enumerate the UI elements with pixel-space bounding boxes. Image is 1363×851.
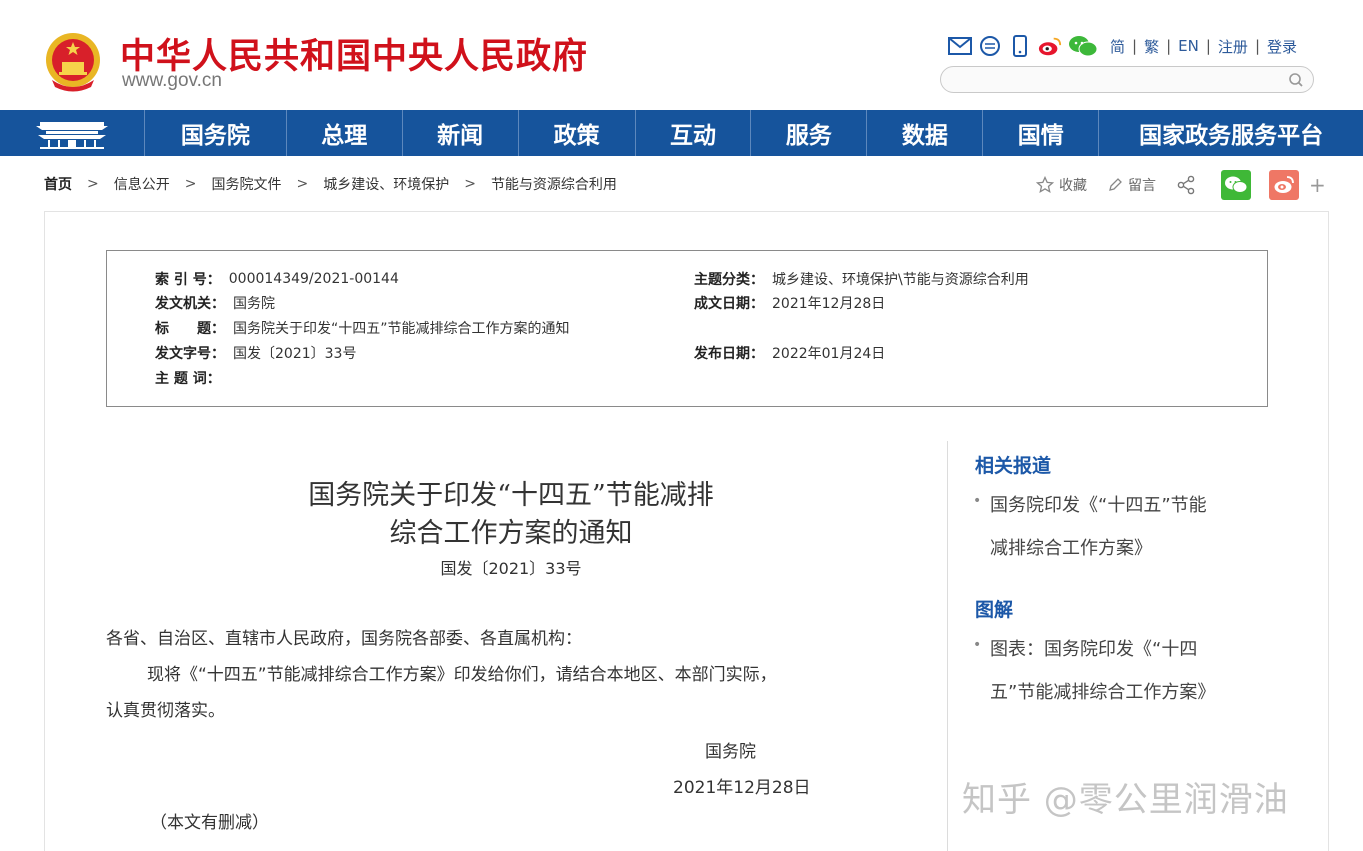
chat-bubble-icon[interactable] — [978, 35, 1002, 57]
nav-item-policy[interactable]: 政策 — [519, 110, 636, 156]
search-input[interactable] — [940, 66, 1314, 93]
breadcrumb: 首页 > 信息公开 > 国务院文件 > 城乡建设、环境保护 > 节能与资源综合利… — [44, 172, 617, 196]
star-icon — [1036, 176, 1054, 194]
share-toolbar: 收藏 留言 + — [1036, 169, 1326, 201]
nav-item-state-council[interactable]: 国务院 — [145, 110, 287, 156]
article-body-line: 认真贯彻落实。 — [106, 701, 225, 721]
divider: | — [1254, 37, 1260, 55]
nav-item-services[interactable]: 服务 — [751, 110, 868, 156]
national-emblem-icon[interactable] — [44, 30, 102, 92]
pencil-icon — [1109, 178, 1122, 191]
divider: | — [1205, 37, 1211, 55]
meta-category: 主题分类： 城乡建设、环境保护\节能与资源综合利用 — [694, 272, 1029, 288]
graphic-title: 图解 — [975, 599, 1014, 621]
sidebar-divider — [947, 441, 948, 851]
article-salutation: 各省、自治区、直辖市人民政府，国务院各部委、各直属机构： — [106, 629, 582, 649]
mobile-icon[interactable] — [1008, 35, 1032, 57]
breadcrumb-item[interactable]: 城乡建设、环境保护 — [323, 174, 449, 194]
article-signer: 国务院 — [705, 742, 756, 762]
divider: | — [1166, 37, 1172, 55]
wechat-icon[interactable] — [1068, 35, 1098, 57]
nav-home-icon[interactable] — [0, 110, 145, 156]
register-link[interactable]: 注册 — [1218, 36, 1248, 57]
header-tools: 简 | 繁 | EN | 注册 | 登录 — [948, 33, 1297, 59]
bullet-icon: • — [973, 637, 982, 653]
article-body-line: 现将《“十四五”节能减排综合工作方案》印发给你们，请结合本地区、本部门实际， — [147, 665, 777, 685]
lang-simplified[interactable]: 简 — [1110, 36, 1125, 57]
article-title: 国务院关于印发“十四五”节能减排 综合工作方案的通知 — [106, 477, 916, 553]
nav-item-national-info[interactable]: 国情 — [983, 110, 1100, 156]
meta-keywords: 主 题 词： — [155, 371, 221, 387]
comment-button[interactable]: 留言 — [1107, 175, 1156, 195]
article-note: （本文有删减） — [150, 813, 269, 833]
nav-item-premier[interactable]: 总理 — [287, 110, 403, 156]
meta-issuer: 发文机关： 国务院 — [155, 296, 275, 312]
collect-button[interactable]: 收藏 — [1036, 175, 1087, 195]
related-reports-title: 相关报道 — [975, 455, 1052, 477]
weibo-icon[interactable] — [1038, 35, 1062, 57]
meta-title: 标 题： 国务院关于印发“十四五”节能减排综合工作方案的通知 — [155, 321, 570, 337]
article-date: 2021年12月28日 — [673, 778, 811, 798]
main-nav: 国务院 总理 新闻 政策 互动 服务 数据 国情 国家政务服务平台 — [0, 110, 1363, 156]
comment-label: 留言 — [1128, 178, 1156, 194]
meta-index: 索 引 号： 000014349/2021-00144 — [155, 271, 399, 288]
breadcrumb-home[interactable]: 首页 — [44, 174, 72, 194]
nav-item-data[interactable]: 数据 — [867, 110, 984, 156]
article-title-line: 综合工作方案的通知 — [389, 518, 633, 549]
chevron-right-icon: > — [184, 176, 197, 192]
collect-label: 收藏 — [1059, 178, 1087, 194]
search-icon[interactable] — [1287, 71, 1305, 89]
chevron-right-icon: > — [296, 176, 309, 192]
lang-english[interactable]: EN — [1178, 37, 1199, 55]
article-title-line: 国务院关于印发“十四五”节能减排 — [308, 480, 714, 511]
site-url[interactable]: www.gov.cn — [122, 70, 222, 92]
document-meta-box: 索 引 号： 000014349/2021-00144 主题分类： 城乡建设、环… — [106, 250, 1268, 407]
nav-item-news[interactable]: 新闻 — [403, 110, 519, 156]
meta-date-written: 成文日期： 2021年12月28日 — [694, 296, 886, 312]
meta-doc-number: 发文字号： 国发〔2021〕33号 — [155, 346, 357, 362]
lang-traditional[interactable]: 繁 — [1144, 36, 1159, 57]
article-doc-number: 国发〔2021〕33号 — [440, 559, 582, 578]
more-icon[interactable]: + — [1309, 173, 1326, 197]
watermark: 知乎 @零公里润滑油 — [962, 780, 1289, 820]
breadcrumb-item[interactable]: 节能与资源综合利用 — [491, 174, 617, 194]
login-link[interactable]: 登录 — [1267, 36, 1297, 57]
share-icon[interactable] — [1176, 175, 1201, 195]
nav-item-gov-service-platform[interactable]: 国家政务服务平台 — [1099, 110, 1363, 156]
chevron-right-icon: > — [464, 176, 476, 192]
breadcrumb-item[interactable]: 国务院文件 — [211, 174, 281, 194]
breadcrumb-item[interactable]: 信息公开 — [114, 174, 170, 194]
graphic-link[interactable]: 图表：国务院印发《“十四 五”节能减排综合工作方案》 — [990, 628, 1255, 714]
wechat-share-icon[interactable] — [1221, 170, 1251, 200]
nav-item-interaction[interactable]: 互动 — [636, 110, 752, 156]
chevron-right-icon: > — [87, 176, 99, 192]
related-report-link[interactable]: 国务院印发《“十四五”节能 减排综合工作方案》 — [990, 484, 1255, 570]
meta-publish-date: 发布日期： 2022年01月24日 — [694, 346, 886, 362]
mail-icon[interactable] — [948, 35, 972, 57]
bullet-icon: • — [973, 493, 982, 509]
divider: | — [1132, 37, 1138, 55]
site-header: 中华人民共和国中央人民政府 www.gov.cn 简 | 繁 | EN | 注册… — [0, 0, 1363, 110]
weibo-share-icon[interactable] — [1269, 170, 1299, 200]
